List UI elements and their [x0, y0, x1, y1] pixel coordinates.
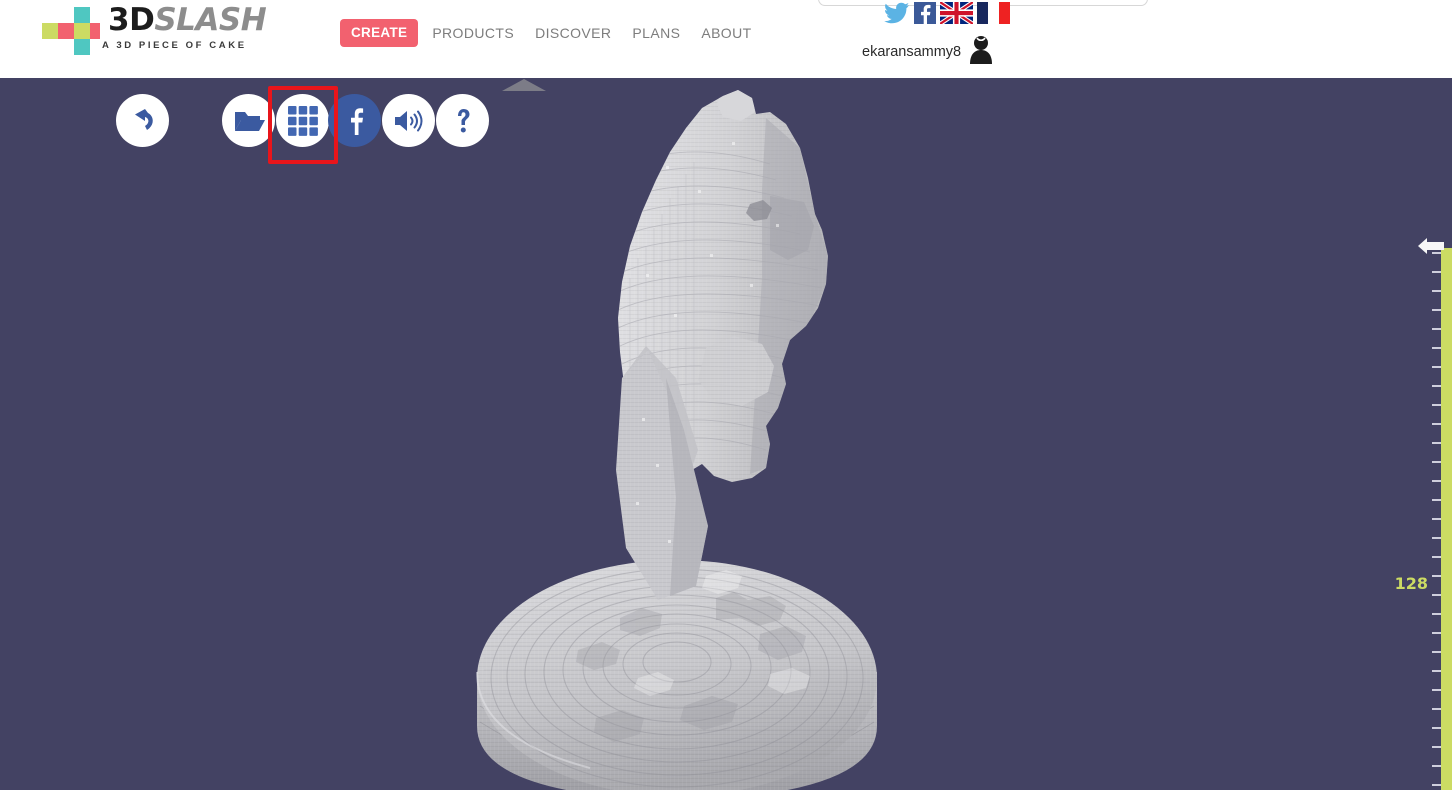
logo-cross-icon [42, 6, 100, 56]
ruler-tick [1432, 271, 1441, 273]
help-icon[interactable] [436, 94, 489, 147]
ruler-tick [1432, 252, 1441, 254]
ruler-tick [1432, 784, 1441, 786]
nav-link-products[interactable]: PRODUCTS [432, 25, 514, 41]
user-silhouette-icon[interactable] [969, 34, 993, 69]
ruler-tick [1432, 765, 1441, 767]
twitter-icon[interactable] [884, 2, 910, 29]
panel-handle-icon[interactable] [500, 78, 548, 92]
ruler-tick [1432, 537, 1441, 539]
facebook-share-icon[interactable] [328, 94, 381, 147]
model-render [476, 90, 877, 790]
ruler-tick [1432, 328, 1441, 330]
ruler-tick [1432, 385, 1441, 387]
model-base [476, 560, 877, 790]
nav-link-discover[interactable]: DISCOVER [535, 25, 611, 41]
open-folder-icon[interactable] [222, 94, 275, 147]
ruler-tick [1432, 366, 1441, 368]
nav-create-button[interactable]: CREATE [340, 19, 419, 47]
nav-link-plans[interactable]: PLANS [632, 25, 680, 41]
ruler-tick [1432, 290, 1441, 292]
undo-icon[interactable] [116, 94, 169, 147]
facebook-icon[interactable] [914, 2, 936, 29]
ruler-tick [1432, 499, 1441, 501]
grid-icon[interactable] [276, 94, 329, 147]
ruler-tick [1432, 613, 1441, 615]
logo-text-3d: 3D [108, 2, 155, 38]
3d-viewport[interactable]: 128 [0, 78, 1452, 790]
depth-ruler[interactable]: 128 [1390, 156, 1452, 790]
ruler-tick [1432, 746, 1441, 748]
brand-tagline: A 3D PIECE OF CAKE [102, 40, 247, 51]
social-and-language-row[interactable] [884, 0, 1010, 29]
username-label[interactable]: ekaransammy8 [862, 44, 961, 60]
user-area[interactable]: ekaransammy8 [862, 0, 1052, 70]
ruler-tick [1432, 594, 1441, 596]
ruler-tick [1432, 404, 1441, 406]
main-nav[interactable]: CREATE PRODUCTS DISCOVER PLANS ABOUT [340, 19, 773, 47]
ruler-bar[interactable] [1441, 248, 1452, 790]
sound-icon[interactable] [382, 94, 435, 147]
ruler-tick [1432, 575, 1441, 577]
brand-logo[interactable]: 3DSLASH A 3D PIECE OF CAKE [42, 2, 282, 60]
flag-fr-icon[interactable] [977, 2, 1010, 29]
user-row[interactable]: ekaransammy8 [862, 34, 993, 69]
voxel-model-bear[interactable] [470, 78, 940, 790]
ruler-tick [1432, 632, 1441, 634]
flag-uk-icon[interactable] [938, 0, 975, 29]
logo-text-slash: SLASH [154, 2, 267, 38]
ruler-tick [1432, 651, 1441, 653]
ruler-tick [1432, 423, 1441, 425]
ruler-value-label: 128 [1394, 574, 1428, 593]
ruler-tick [1432, 708, 1441, 710]
ruler-tick [1432, 480, 1441, 482]
ruler-tick [1432, 689, 1441, 691]
ruler-tick [1432, 347, 1441, 349]
ruler-tick [1432, 556, 1441, 558]
nav-link-about[interactable]: ABOUT [701, 25, 751, 41]
ruler-tick [1432, 518, 1441, 520]
ruler-tick [1432, 442, 1441, 444]
ruler-tick [1432, 727, 1441, 729]
ruler-tick [1432, 461, 1441, 463]
ruler-tick [1432, 670, 1441, 672]
site-header: 3DSLASH A 3D PIECE OF CAKE CREATE PRODUC… [0, 0, 1452, 78]
ruler-tick [1432, 309, 1441, 311]
